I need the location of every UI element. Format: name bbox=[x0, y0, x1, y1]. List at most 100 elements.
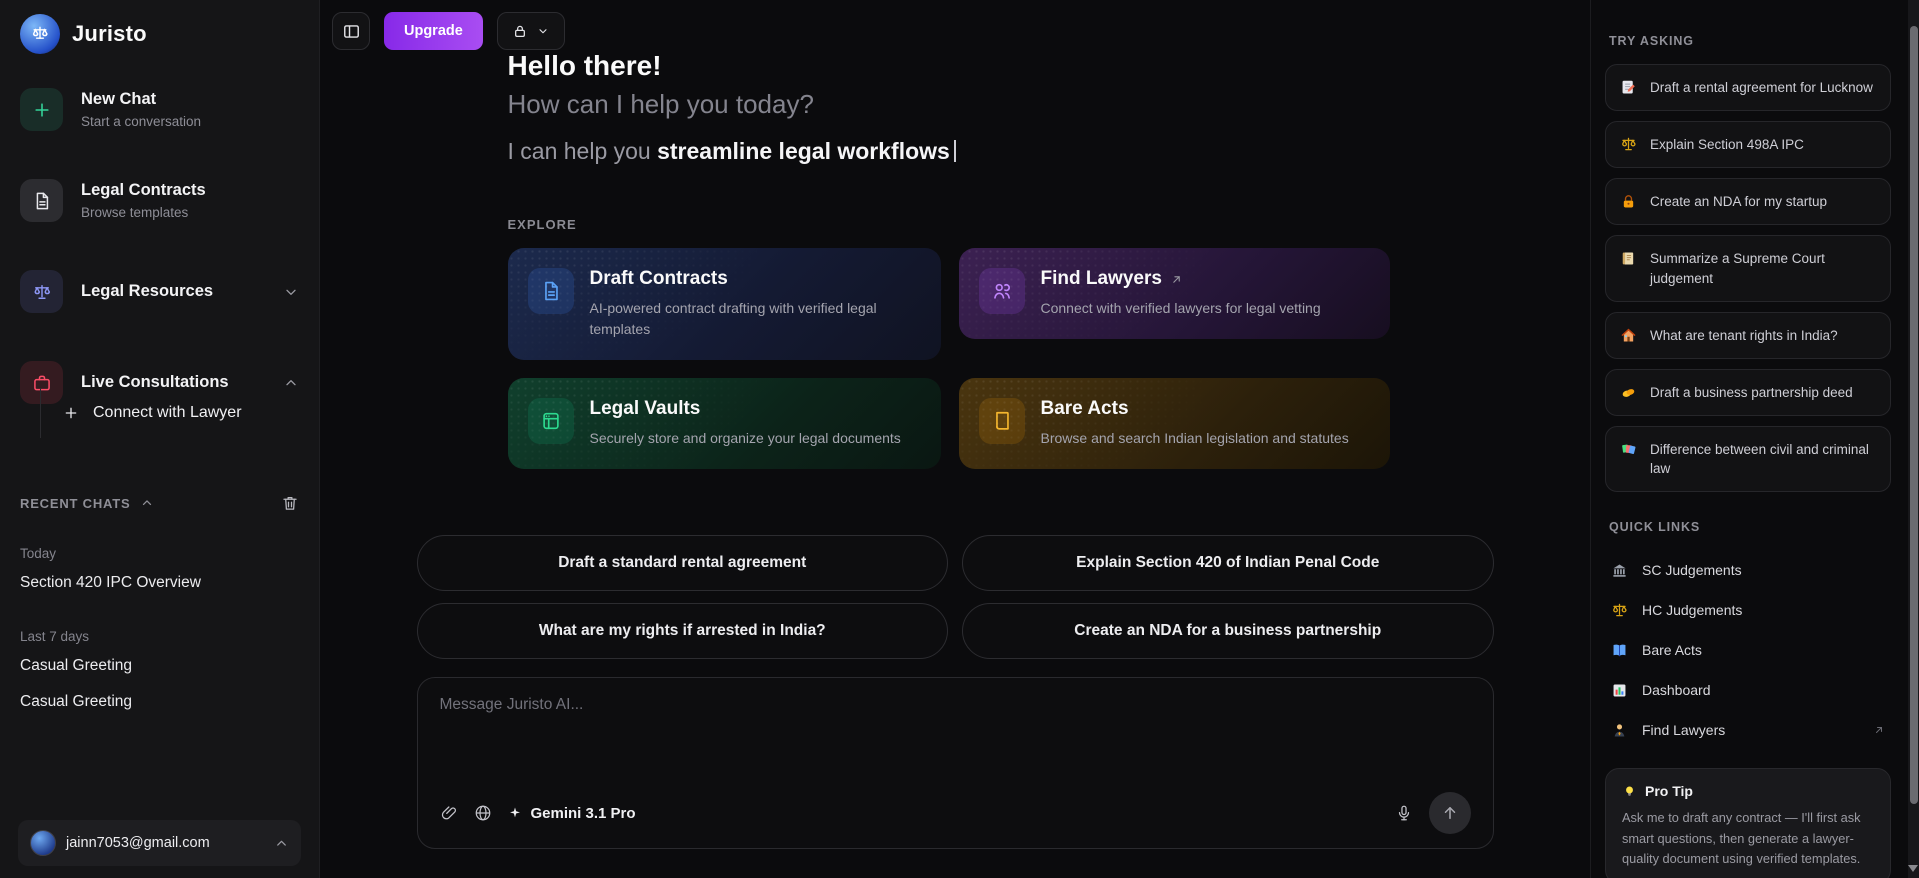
card-desc: Connect with verified lawyers for legal … bbox=[1040, 300, 1321, 316]
card-find-lawyers[interactable]: Find Lawyers Connect with verified lawye… bbox=[958, 248, 1390, 339]
right-rail: TRY ASKING Draft a rental agreement for … bbox=[1590, 0, 1919, 878]
lock-icon bbox=[1620, 193, 1637, 210]
sidebar-toggle-button[interactable] bbox=[332, 12, 370, 50]
message-input[interactable] bbox=[439, 696, 1471, 792]
explore-header: EXPLORE bbox=[507, 217, 577, 232]
plus-icon bbox=[20, 88, 63, 131]
card-title: Bare Acts bbox=[1040, 398, 1129, 419]
quick-link-bare-acts[interactable]: Bare Acts bbox=[1605, 630, 1891, 670]
greeting-subtitle: How can I help you today? bbox=[507, 89, 814, 119]
card-title: Legal Vaults bbox=[589, 398, 701, 419]
pro-tip-body: Ask me to draft any contract — I'll firs… bbox=[1622, 810, 1861, 866]
sidebar-item-legal-contracts[interactable]: Legal Contracts Browse templates bbox=[20, 179, 299, 222]
try-asking-item[interactable]: Difference between civil and criminal la… bbox=[1605, 426, 1891, 493]
explore-cards: Draft Contracts AI-powered contract draf… bbox=[507, 248, 1454, 469]
main-toolbar: Upgrade bbox=[332, 12, 565, 50]
chevron-up-icon[interactable] bbox=[140, 496, 154, 510]
chat-group-label: Today bbox=[20, 546, 57, 561]
quick-link-dashboard[interactable]: Dashboard bbox=[1605, 670, 1891, 710]
chevron-up-icon bbox=[274, 836, 289, 851]
memo-icon bbox=[1620, 79, 1637, 96]
try-asking-item[interactable]: Summarize a Supreme Court judgement bbox=[1605, 235, 1891, 302]
try-asking-item[interactable]: Create an NDA for my startup bbox=[1605, 178, 1891, 226]
chat-list-item[interactable]: Casual Greeting bbox=[18, 648, 301, 684]
web-search-icon[interactable] bbox=[474, 804, 492, 822]
account-email: jainn7053@gmail.com bbox=[66, 835, 210, 851]
send-button[interactable] bbox=[1428, 792, 1471, 834]
chart-icon bbox=[1611, 682, 1628, 699]
suggestion-pills: Draft a standard rental agreement Explai… bbox=[416, 535, 1494, 659]
try-asking-item[interactable]: Draft a rental agreement for Lucknow bbox=[1605, 64, 1891, 112]
nav-label: Legal Resources bbox=[81, 282, 214, 300]
house-icon bbox=[1620, 327, 1637, 344]
sidebar-item-connect-with-lawyer[interactable]: Connect with Lawyer bbox=[59, 396, 301, 430]
plus-icon bbox=[63, 405, 79, 421]
microphone-icon[interactable] bbox=[1395, 804, 1413, 822]
document-icon bbox=[527, 268, 574, 314]
nav-label: Legal Contracts bbox=[81, 181, 206, 199]
users-icon bbox=[978, 268, 1025, 314]
quick-link-find-lawyers[interactable]: Find Lawyers bbox=[1605, 710, 1891, 750]
book-icon bbox=[978, 398, 1025, 444]
try-asking-header: TRY ASKING bbox=[1609, 34, 1694, 48]
arrow-up-icon bbox=[1444, 807, 1455, 819]
lightbulb-icon bbox=[1622, 784, 1637, 799]
recent-chats-header: RECENT CHATS bbox=[20, 494, 299, 512]
left-sidebar: Juristo New Chat Start a conversation Le… bbox=[0, 0, 320, 878]
quick-links-header: QUICK LINKS bbox=[1609, 520, 1701, 535]
greeting-title: Hello there! bbox=[507, 50, 662, 81]
card-draft-contracts[interactable]: Draft Contracts AI-powered contract draf… bbox=[507, 248, 941, 360]
scrollbar[interactable] bbox=[1908, 0, 1919, 878]
sidebar-item-legal-resources[interactable]: Legal Resources bbox=[20, 270, 299, 313]
nav-sub: Start a conversation bbox=[81, 114, 202, 129]
lock-icon bbox=[515, 25, 526, 37]
suggestion-pill[interactable]: Explain Section 420 of Indian Penal Code bbox=[962, 535, 1494, 591]
card-desc: AI-powered contract drafting with verifi… bbox=[589, 300, 877, 337]
privacy-dropdown[interactable] bbox=[496, 12, 565, 50]
scales-icon bbox=[1620, 136, 1637, 153]
bank-icon bbox=[1611, 562, 1628, 579]
model-selector[interactable]: Gemini 3.1 Pro bbox=[508, 805, 636, 822]
lawyer-icon bbox=[1611, 722, 1628, 739]
scrollbar-thumb[interactable] bbox=[1909, 26, 1918, 804]
chevron-down-icon bbox=[539, 29, 547, 34]
main-chat-area: Upgrade Hello there! How can I help you … bbox=[320, 0, 1590, 878]
attachment-icon[interactable] bbox=[440, 804, 458, 822]
sparkle-icon bbox=[509, 807, 520, 818]
suggestion-pill[interactable]: What are my rights if arrested in India? bbox=[416, 603, 948, 659]
juristo-logo-icon bbox=[20, 14, 60, 54]
handshake-icon bbox=[1620, 384, 1637, 401]
chat-list-item[interactable]: Section 420 IPC Overview bbox=[18, 565, 301, 601]
live-consultations-subnav: Connect with Lawyer bbox=[40, 388, 301, 438]
scroll-icon bbox=[1620, 250, 1637, 267]
card-bare-acts[interactable]: Bare Acts Browse and search Indian legis… bbox=[958, 378, 1390, 469]
app-logo: Juristo bbox=[20, 14, 299, 54]
nav-label: New Chat bbox=[81, 90, 157, 108]
avatar bbox=[30, 830, 56, 856]
pro-tip-card: Pro Tip Ask me to draft any contract — I… bbox=[1605, 768, 1891, 878]
books-icon bbox=[1620, 441, 1637, 458]
card-title: Find Lawyers bbox=[1041, 268, 1321, 290]
typing-line: I can help you streamline legal workflow… bbox=[508, 138, 1454, 165]
app-title: Juristo bbox=[72, 21, 147, 46]
account-menu[interactable]: jainn7053@gmail.com bbox=[18, 820, 301, 866]
arrow-up-right-icon bbox=[1170, 273, 1183, 286]
suggestion-pill[interactable]: Draft a standard rental agreement bbox=[416, 535, 948, 591]
pro-tip-title: Pro Tip bbox=[1645, 783, 1693, 800]
card-title: Draft Contracts bbox=[589, 268, 728, 289]
message-composer: Gemini 3.1 Pro bbox=[416, 677, 1494, 849]
trash-icon[interactable] bbox=[281, 494, 299, 512]
try-asking-item[interactable]: Draft a business partnership deed bbox=[1605, 368, 1891, 417]
recent-chats-title: RECENT CHATS bbox=[20, 495, 131, 511]
quick-link-hc-judgements[interactable]: HC Judgements bbox=[1605, 590, 1891, 630]
sidebar-item-new-chat[interactable]: New Chat Start a conversation bbox=[20, 88, 299, 131]
scrollbar-down-arrow[interactable] bbox=[1908, 865, 1918, 872]
try-asking-item[interactable]: Explain Section 498A IPC bbox=[1605, 121, 1891, 169]
chat-list-item[interactable]: Casual Greeting bbox=[18, 684, 301, 720]
suggestion-pill[interactable]: Create an NDA for a business partnership bbox=[962, 603, 1494, 659]
chevron-down-icon[interactable] bbox=[283, 284, 299, 300]
upgrade-button[interactable]: Upgrade bbox=[384, 12, 483, 50]
quick-link-sc-judgements[interactable]: SC Judgements bbox=[1605, 550, 1891, 590]
try-asking-item[interactable]: What are tenant rights in India? bbox=[1605, 311, 1891, 359]
card-legal-vaults[interactable]: Legal Vaults Securely store and organize… bbox=[507, 378, 941, 469]
